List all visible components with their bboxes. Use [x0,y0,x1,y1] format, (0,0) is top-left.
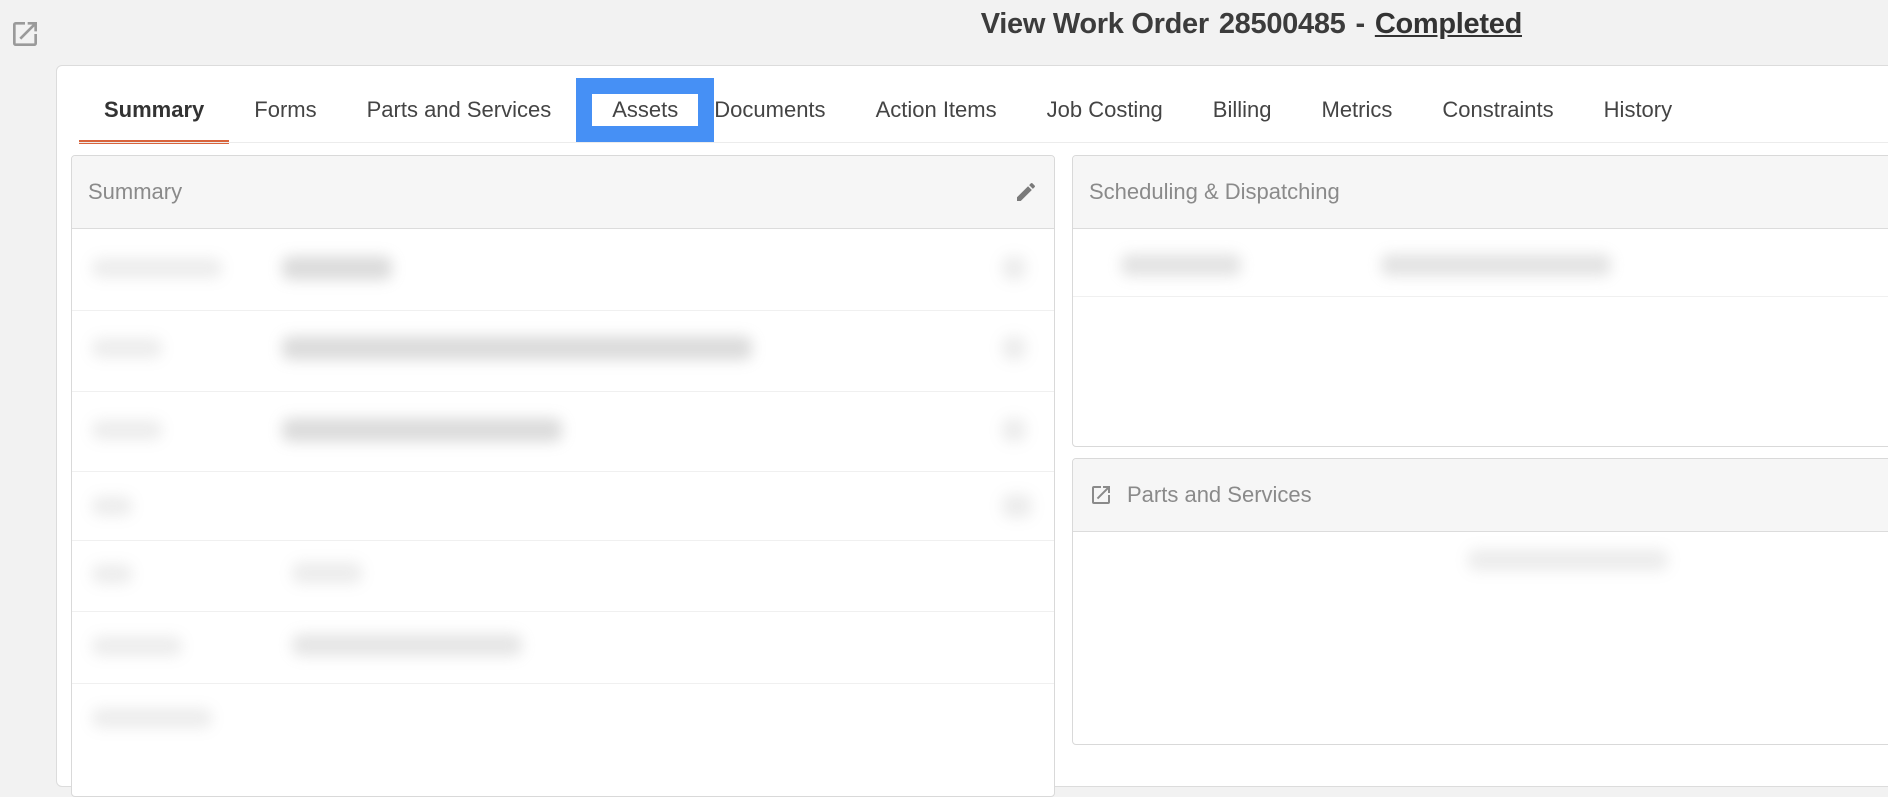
external-link-icon[interactable] [1089,483,1113,507]
summary-panel: Summary [71,155,1055,797]
tabs-divider [79,142,1888,143]
work-order-number: 28500485 [1218,8,1346,40]
parts-services-panel: Parts and Services [1072,458,1888,745]
scheduling-panel-header: Scheduling & Dispatching [1073,156,1888,229]
tab-forms[interactable]: Forms [229,78,341,142]
pencil-icon[interactable] [1014,180,1038,204]
summary-panel-title: Summary [88,179,183,204]
scheduling-panel-title: Scheduling & Dispatching [1089,179,1340,204]
tab-job-costing[interactable]: Job Costing [1022,78,1188,142]
tab-parts-and-services[interactable]: Parts and Services [342,78,577,142]
tab-summary[interactable]: Summary [79,78,230,144]
tab-metrics[interactable]: Metrics [1297,78,1418,142]
parts-services-panel-title: Parts and Services [1127,482,1312,507]
external-link-icon[interactable] [9,18,41,50]
work-order-card: Summary Forms Parts and Services Assets … [56,65,1888,797]
page-title: View Work Order 28500485- Completed [980,8,1523,41]
summary-panel-header: Summary [72,156,1054,229]
tab-bar: Summary Forms Parts and Services Assets … [79,78,1697,144]
tab-documents[interactable]: Documents [714,78,850,142]
scheduling-panel: Scheduling & Dispatching [1072,155,1888,447]
title-separator: - [1355,8,1365,40]
tab-assets[interactable]: Assets [576,78,715,142]
tab-action-items[interactable]: Action Items [851,78,1022,142]
tab-constraints[interactable]: Constraints [1417,78,1578,142]
tab-billing[interactable]: Billing [1188,78,1297,142]
page-title-text: View Work Order [980,8,1209,40]
status-link[interactable]: Completed [1375,8,1522,40]
parts-services-panel-header: Parts and Services [1073,459,1888,532]
tab-history[interactable]: History [1579,78,1697,142]
